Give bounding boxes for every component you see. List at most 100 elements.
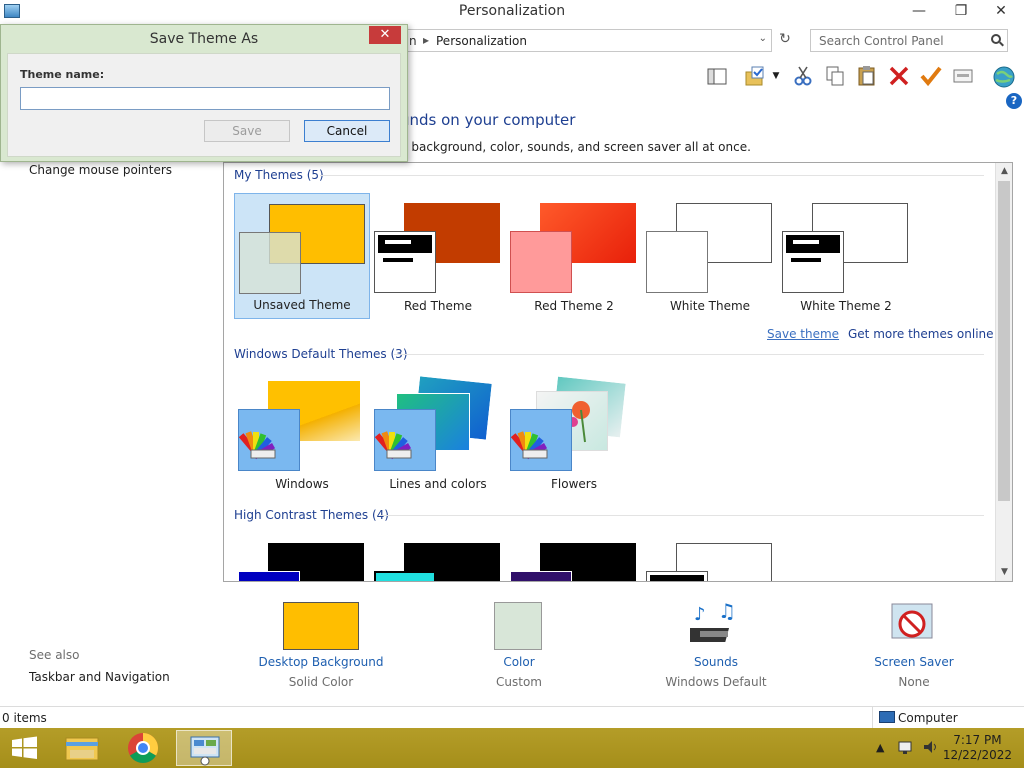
theme-white[interactable]: White Theme (642, 193, 778, 319)
theme-windows[interactable]: Windows (234, 371, 370, 497)
section-divider (380, 515, 984, 516)
theme-name-label: Theme name: (20, 68, 105, 81)
desktop-background-swatch[interactable] (283, 602, 359, 650)
theme-preview-color (646, 571, 708, 581)
theme-flowers[interactable]: Flowers (506, 371, 642, 497)
desktop-background-setting[interactable]: Desktop Background Solid Color (221, 600, 421, 695)
copy-icon[interactable] (824, 65, 846, 87)
dialog-title: Save Theme As (149, 31, 259, 47)
theme-high-contrast-1[interactable] (234, 533, 370, 581)
see-also-label: See also (29, 648, 80, 662)
close-button[interactable]: ✕ (986, 0, 1016, 22)
theme-high-contrast-3[interactable] (506, 533, 642, 581)
section-divider (394, 354, 984, 355)
theme-preview-color (239, 232, 301, 294)
show-hidden-icons[interactable]: ▲ (876, 741, 884, 754)
color-swatch[interactable] (494, 602, 542, 650)
scroll-thumb[interactable] (998, 181, 1010, 501)
scroll-down-icon[interactable]: ▼ (996, 564, 1012, 581)
address-bar[interactable]: n ▸ Personalization ⌄ (406, 29, 772, 52)
theme-name-input[interactable] (20, 87, 390, 110)
svg-text:♪: ♪ (694, 604, 706, 625)
restore-button[interactable]: ❐ (946, 0, 976, 22)
theme-white-2[interactable]: White Theme 2 (778, 193, 914, 319)
title-bar: Personalization — ❐ ✕ (0, 0, 1024, 24)
themes-scrollbar[interactable]: ▲ ▼ (995, 163, 1012, 581)
theme-unsaved[interactable]: Unsaved Theme (234, 193, 370, 319)
chrome-icon[interactable] (115, 730, 171, 766)
search-placeholder: Search Control Panel (819, 34, 944, 48)
desktop-background-value: Solid Color (288, 675, 354, 689)
change-mouse-pointers-link[interactable]: Change mouse pointers (29, 163, 172, 177)
theme-high-contrast-2[interactable] (370, 533, 506, 581)
desktop-background-link[interactable]: Desktop Background (221, 655, 421, 669)
cut-icon[interactable] (792, 65, 814, 87)
sounds-icon[interactable]: ♪ ♫ (683, 599, 740, 650)
theme-label: Unsaved Theme (253, 298, 351, 312)
theme-red-2[interactable]: Red Theme 2 (506, 193, 642, 319)
screen-saver-setting[interactable]: Screen Saver None (814, 600, 1014, 695)
sounds-link[interactable]: Sounds (616, 655, 816, 669)
start-button[interactable] (0, 730, 50, 766)
save-button[interactable]: Save (204, 120, 290, 142)
screen-saver-icon[interactable] (890, 600, 938, 650)
theme-label: Red Theme 2 (534, 299, 614, 313)
system-clock[interactable]: 7:17 PM 12/22/2022 (943, 733, 1012, 763)
clock-date: 12/22/2022 (942, 748, 1012, 762)
theme-label: White Theme 2 (800, 299, 892, 313)
volume-icon[interactable] (922, 739, 940, 758)
minimize-button[interactable]: — (904, 0, 934, 22)
theme-preview-color (374, 231, 436, 293)
screen-saver-link[interactable]: Screen Saver (814, 655, 1014, 669)
window-title: Personalization (458, 3, 566, 19)
theme-label: Flowers (551, 477, 597, 491)
delete-icon[interactable] (888, 65, 910, 87)
sounds-setting[interactable]: ♪ ♫ Sounds Windows Default (616, 599, 816, 695)
theme-high-contrast-white[interactable] (642, 533, 778, 581)
get-more-themes-link[interactable]: Get more themes online (848, 327, 994, 341)
themes-list[interactable]: My Themes (5) Unsaved Theme Red Theme Re… (223, 162, 1013, 582)
status-bar: 0 items Computer (0, 706, 1024, 729)
theme-label: White Theme (669, 299, 751, 313)
breadcrumb-separator-icon[interactable]: ▸ (423, 33, 429, 47)
theme-red[interactable]: Red Theme (370, 193, 506, 319)
color-link[interactable]: Color (419, 655, 619, 669)
properties-icon[interactable] (952, 65, 974, 87)
theme-preview-color (510, 409, 572, 471)
network-icon[interactable] (898, 739, 916, 758)
theme-lines-and-colors[interactable]: Lines and colors (370, 371, 506, 497)
checkmark-icon[interactable] (920, 65, 942, 87)
layout-icon[interactable] (706, 65, 728, 87)
my-themes-header: My Themes (5) (234, 168, 324, 182)
cancel-button[interactable]: Cancel (304, 120, 390, 142)
high-contrast-header: High Contrast Themes (4) (234, 508, 389, 522)
save-theme-link[interactable]: Save theme (767, 327, 839, 341)
search-icon[interactable] (991, 34, 1001, 44)
control-panel-taskbar-button[interactable] (176, 730, 232, 766)
folder-check-icon[interactable] (744, 65, 766, 87)
breadcrumb-partial[interactable]: n (409, 34, 417, 48)
scroll-up-icon[interactable]: ▲ (996, 163, 1012, 180)
theme-label: Lines and colors (389, 477, 487, 491)
globe-icon[interactable] (992, 65, 1015, 88)
help-icon[interactable]: ? (1006, 93, 1022, 109)
location-label: Computer (898, 711, 958, 725)
file-explorer-icon[interactable] (54, 730, 110, 766)
toolbar: ▼ (406, 58, 1024, 92)
dropdown-icon[interactable]: ▼ (770, 65, 782, 87)
dialog-close-button[interactable]: ✕ (369, 26, 401, 44)
theme-preview-color (510, 571, 572, 581)
section-divider (320, 175, 984, 176)
default-themes-header: Windows Default Themes (3) (234, 347, 408, 361)
svg-text:♫: ♫ (718, 602, 736, 623)
theme-preview-color (782, 231, 844, 293)
search-input[interactable]: Search Control Panel (810, 29, 1008, 52)
color-setting[interactable]: Color Custom (419, 600, 619, 695)
theme-preview-color (374, 409, 436, 471)
refresh-icon[interactable]: ↻ (776, 31, 794, 51)
paste-icon[interactable] (856, 65, 878, 87)
page-subheading: p background, color, sounds, and screen … (400, 140, 751, 154)
chevron-down-icon[interactable]: ⌄ (759, 33, 767, 44)
breadcrumb-current[interactable]: Personalization (436, 34, 527, 48)
taskbar-navigation-link[interactable]: Taskbar and Navigation (29, 670, 170, 684)
